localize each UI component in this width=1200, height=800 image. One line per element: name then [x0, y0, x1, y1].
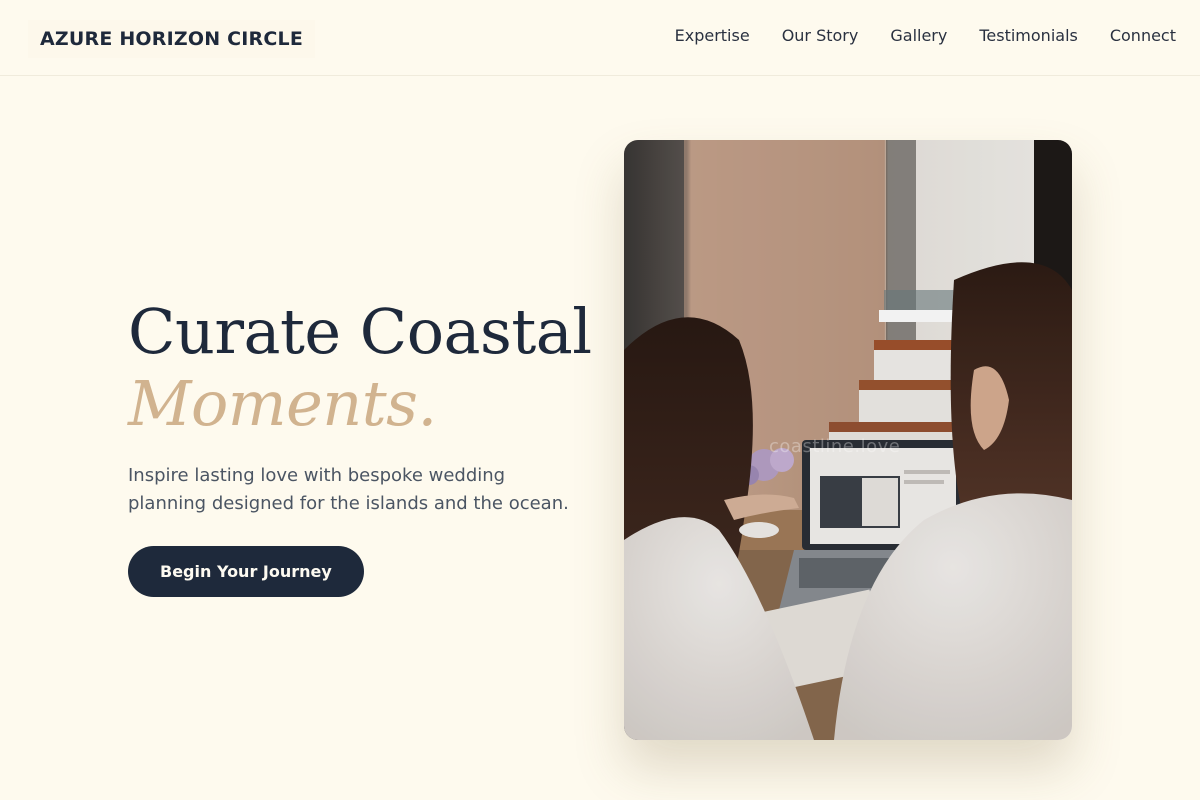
hero-subtitle: Inspire lasting love with bespoke weddin…: [128, 465, 569, 514]
hero-section: Curate Coastal Moments. Inspire lasting …: [128, 296, 598, 597]
nav-link-expertise[interactable]: Expertise: [675, 26, 750, 45]
begin-journey-button[interactable]: Begin Your Journey: [128, 546, 364, 597]
nav-link-gallery[interactable]: Gallery: [890, 26, 947, 45]
photo-watermark: coastline.love: [769, 436, 901, 457]
headline-line-1: Curate Coastal: [128, 295, 592, 368]
hero-photo: coastline.love: [624, 140, 1072, 740]
nav-links: Expertise Our Story Gallery Testimonials…: [675, 26, 1176, 45]
brand-logo[interactable]: AZURE HORIZON CIRCLE: [28, 20, 316, 58]
top-navigation: AZURE HORIZON CIRCLE Expertise Our Story…: [0, 0, 1200, 76]
nav-link-our-story[interactable]: Our Story: [782, 26, 859, 45]
nav-link-connect[interactable]: Connect: [1110, 26, 1176, 45]
headline-line-2: Moments.: [128, 367, 437, 440]
nav-link-testimonials[interactable]: Testimonials: [979, 26, 1078, 45]
hero-headline: Curate Coastal Moments.: [128, 296, 598, 440]
